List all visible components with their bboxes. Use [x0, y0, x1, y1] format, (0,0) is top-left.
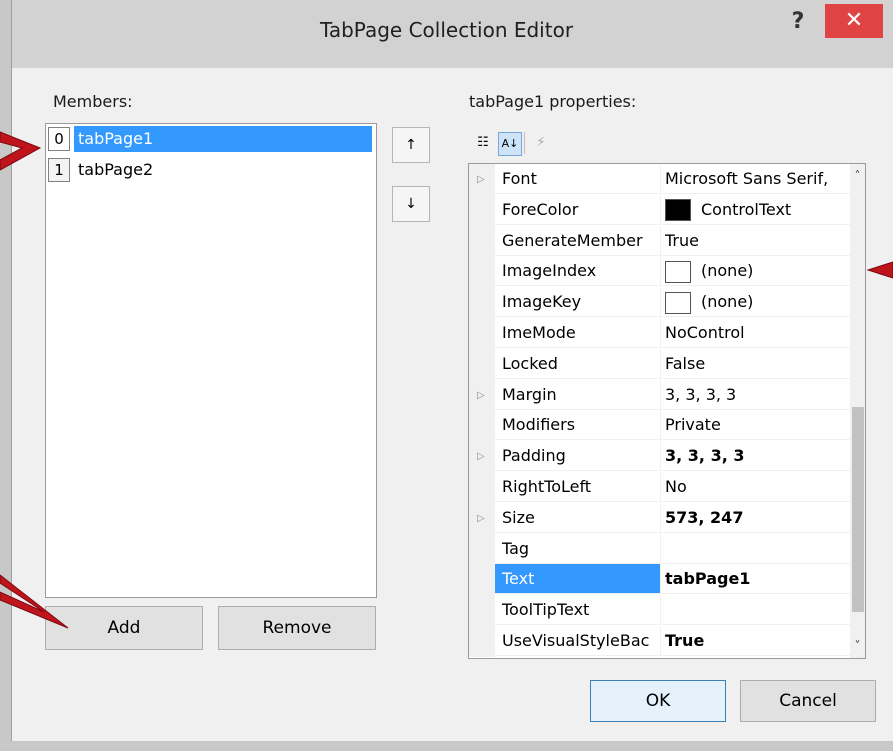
annotation-arrows: [0, 131, 893, 629]
annotation-arrow-properties: [866, 261, 893, 279]
annotation-arrow-members: [0, 131, 42, 171]
annotation-arrow-add: [0, 574, 69, 629]
